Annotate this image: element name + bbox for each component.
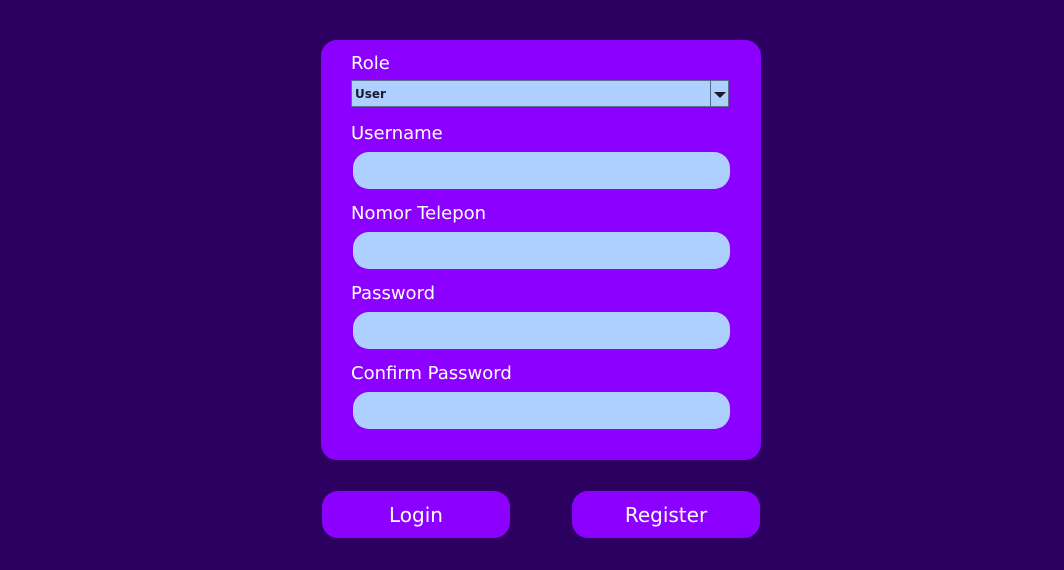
phone-input[interactable] [353, 232, 730, 269]
chevron-down-icon[interactable] [710, 81, 728, 106]
confirm-password-label: Confirm Password [351, 363, 512, 384]
confirm-password-input[interactable] [353, 392, 730, 429]
password-input[interactable] [353, 312, 730, 349]
register-button[interactable]: Register [572, 491, 760, 538]
role-select[interactable]: User [351, 80, 729, 107]
phone-label: Nomor Telepon [351, 203, 487, 224]
password-label: Password [351, 283, 436, 304]
username-label: Username [351, 123, 443, 144]
username-input[interactable] [353, 152, 730, 189]
login-button[interactable]: Login [322, 491, 510, 538]
role-select-value: User [355, 87, 386, 101]
register-form-card: Role User Username Nomor Telepon Passwor… [321, 40, 761, 460]
role-label: Role [351, 53, 390, 74]
